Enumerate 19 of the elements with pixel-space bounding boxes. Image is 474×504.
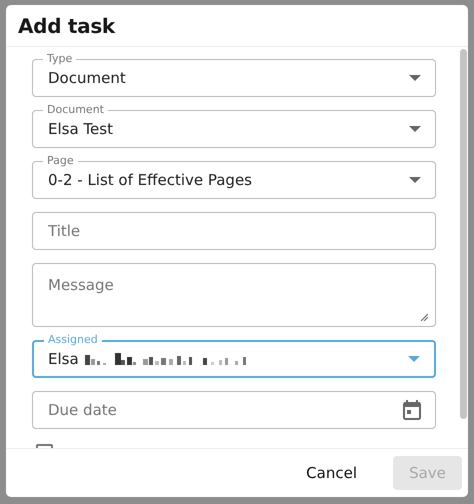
field-label: Page <box>43 154 78 168</box>
calendar-icon[interactable] <box>402 399 422 421</box>
dropdown-caret-icon <box>409 75 421 81</box>
field-value: Elsa <box>48 350 79 368</box>
scrollbar-thumb[interactable] <box>460 49 466 419</box>
field-value: Document <box>48 69 126 87</box>
dropdown-caret-icon <box>409 177 421 183</box>
date-field[interactable]: Due date <box>32 391 436 429</box>
dropdown-caret-icon <box>409 126 421 132</box>
title-field[interactable]: Title <box>32 212 436 250</box>
message-field[interactable]: Message <box>32 263 436 327</box>
field-label: Type <box>43 52 76 66</box>
field-value: Elsa Test <box>48 120 113 138</box>
resize-grip-icon <box>420 313 428 321</box>
dialog-title: Add task <box>18 14 115 38</box>
dropdown-caret-icon <box>408 356 420 362</box>
field-value: 0-2 - List of Effective Pages <box>48 171 252 189</box>
cancel-button[interactable]: Cancel <box>290 456 373 490</box>
field-label: Assigned <box>44 333 102 347</box>
